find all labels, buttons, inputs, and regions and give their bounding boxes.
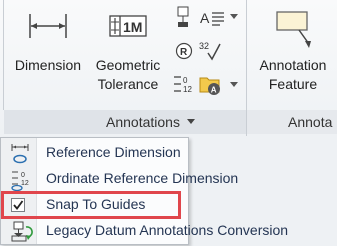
group-separator <box>3 0 4 110</box>
datum-target-icon[interactable] <box>175 6 191 28</box>
menu-item-label: Reference Dimension <box>46 144 181 160</box>
annotation-feature-line1: Annotation <box>259 57 327 73</box>
annotation-feature-line2: Feature <box>268 76 318 92</box>
chevron-down-icon[interactable] <box>230 82 238 88</box>
svg-text:0: 0 <box>183 76 188 85</box>
menu-item-label: Legacy Datum Annotations Conversion <box>46 222 289 238</box>
ordinate-reference-dimension-icon: 0 12 <box>11 171 29 191</box>
tol-icon-text: 1M <box>123 19 142 35</box>
menu-item-reference-dimension[interactable]: Reference Dimension <box>1 140 188 166</box>
annotation-feature-button[interactable]: Annotation Feature <box>252 4 334 94</box>
dimension-label: Dimension <box>14 57 82 73</box>
dimension-button[interactable]: Dimension <box>10 4 86 75</box>
dimension-icon <box>29 14 67 38</box>
ordinate-dimension-icon[interactable]: 0 12 <box>172 74 194 94</box>
ribbon: Dimension 1M Geometric Tolerance A R 32 <box>0 0 337 136</box>
chevron-down-icon[interactable] <box>230 14 238 20</box>
note-text-icon[interactable]: A <box>200 9 226 27</box>
annotation-feature-icon <box>276 11 311 48</box>
svg-text:12: 12 <box>183 85 192 94</box>
svg-text:0: 0 <box>21 172 25 179</box>
menu-item-legacy-datum-annotations-conversion[interactable]: Legacy Datum Annotations Conversion <box>1 218 288 244</box>
geometric-tolerance-icon: 1M <box>109 15 147 37</box>
menu-item-label: Ordinate Reference Dimension <box>46 170 239 186</box>
legacy-datum-conversion-icon <box>11 221 33 242</box>
geometric-tolerance-line2: Tolerance <box>97 76 159 92</box>
surface-finish-icon[interactable]: R <box>175 42 193 60</box>
annotation-group-label-partial: Annota <box>288 114 333 130</box>
annotations-group-label[interactable]: Annotations <box>106 114 195 130</box>
svg-text:12: 12 <box>21 180 29 187</box>
svg-text:R: R <box>180 47 188 58</box>
reference-dimension-icon <box>11 144 29 164</box>
symbol-check-icon[interactable]: 32 <box>199 40 221 62</box>
svg-text:A: A <box>211 86 217 95</box>
menu-item-ordinate-reference-dimension[interactable]: 0 12 Ordinate Reference Dimension <box>1 166 238 192</box>
highlight-box <box>1 191 181 219</box>
geometric-tolerance-line1: Geometric <box>95 57 161 73</box>
svg-text:32: 32 <box>199 41 209 51</box>
geometric-tolerance-button[interactable]: 1M Geometric Tolerance <box>88 4 168 94</box>
svg-text:A: A <box>200 10 210 26</box>
folder-annotation-icon[interactable]: A <box>199 74 223 96</box>
chevron-down-icon <box>186 119 195 124</box>
